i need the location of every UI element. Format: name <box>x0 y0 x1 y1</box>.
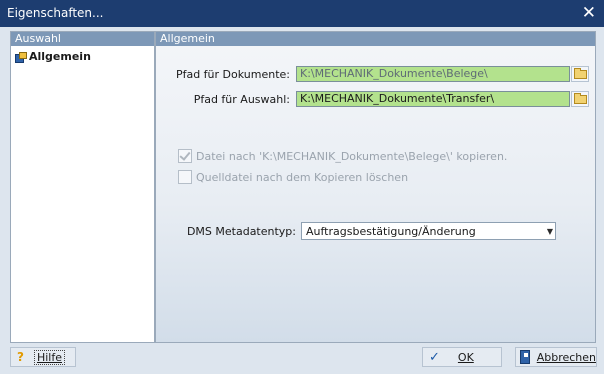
chevron-down-icon[interactable]: ▼ <box>545 227 555 236</box>
title-bar: Eigenschaften... ✕ <box>0 0 604 27</box>
copy-file-checkbox[interactable] <box>178 149 192 163</box>
browse-documents-button[interactable] <box>571 66 589 82</box>
selection-path-input[interactable]: K:\MECHANIK_Dokumente\Transfer\ <box>296 91 570 107</box>
ok-button[interactable]: ✓ OK <box>422 347 502 367</box>
delete-source-checkbox-row[interactable]: Quelldatei nach dem Kopieren löschen <box>178 170 408 184</box>
properties-icon <box>15 51 27 63</box>
selection-pane-header: Auswahl <box>11 32 154 46</box>
general-pane: Allgemein Pfad für Dokumente: K:\MECHANI… <box>155 31 596 343</box>
checkmark-icon: ✓ <box>429 349 440 365</box>
window-title: Eigenschaften... <box>7 6 104 20</box>
copy-file-checkbox-row[interactable]: Datei nach 'K:\MECHANIK_Dokumente\Belege… <box>178 149 507 163</box>
folder-icon <box>573 92 587 104</box>
selection-pane: Auswahl Allgemein <box>10 31 155 343</box>
documents-path-input[interactable]: K:\MECHANIK_Dokumente\Belege\ <box>296 66 570 82</box>
help-icon: ? <box>17 350 24 364</box>
browse-selection-button[interactable] <box>571 91 589 107</box>
cancel-button[interactable]: Abbrechen <box>515 347 597 367</box>
help-button-label: Hilfe <box>33 349 65 365</box>
tree-item-label: Allgemein <box>29 50 91 63</box>
dms-type-value: Auftragsbestätigung/Änderung <box>306 224 476 238</box>
ok-button-label: OK <box>457 350 474 364</box>
delete-source-label: Quelldatei nach dem Kopieren löschen <box>196 170 409 184</box>
selection-path-label: Pfad für Auswahl: <box>193 93 290 106</box>
folder-icon <box>573 67 587 79</box>
dms-type-label: DMS Metadatentyp: <box>186 225 296 238</box>
close-icon[interactable]: ✕ <box>582 3 596 23</box>
exit-icon <box>520 350 530 364</box>
documents-path-label: Pfad für Dokumente: <box>175 68 290 81</box>
tree-item-allgemein[interactable]: Allgemein <box>15 50 91 63</box>
delete-source-checkbox[interactable] <box>178 170 192 184</box>
dms-type-select[interactable]: Auftragsbestätigung/Änderung ▼ <box>301 222 556 240</box>
cancel-button-label: Abbrechen <box>536 350 596 364</box>
copy-file-label: Datei nach 'K:\MECHANIK_Dokumente\Belege… <box>196 149 508 163</box>
general-pane-header: Allgemein <box>156 32 595 46</box>
help-button[interactable]: ? Hilfe <box>10 347 76 367</box>
properties-dialog: Eigenschaften... ✕ Auswahl Allgemein All… <box>0 0 604 374</box>
dialog-footer: ? Hilfe ✓ OK Abbrechen <box>10 347 597 367</box>
